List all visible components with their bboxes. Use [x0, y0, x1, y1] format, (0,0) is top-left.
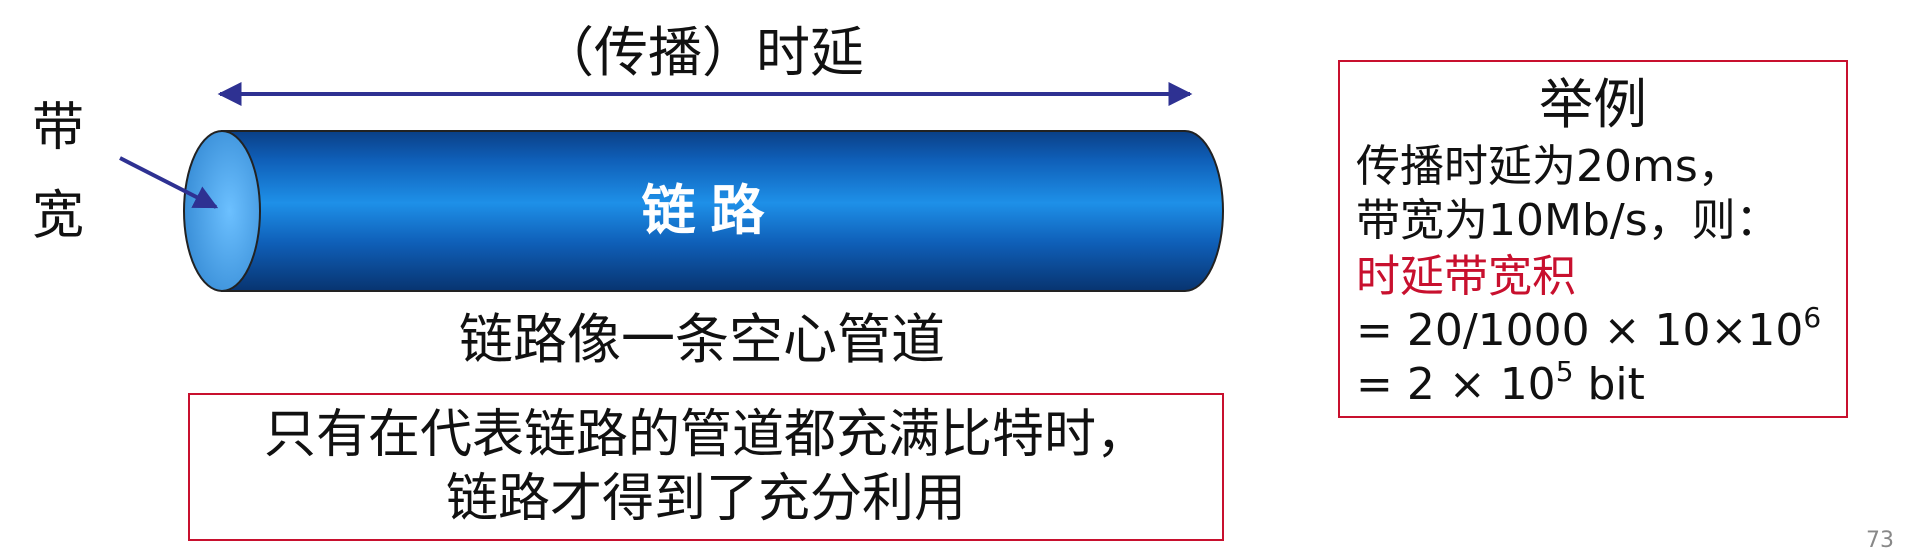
- example-box: 举例 传播时延为20ms， 带宽为10Mb/s，则： 时延带宽积 = 20/10…: [1338, 60, 1848, 418]
- pipe-caption: 链路像一条空心管道: [459, 308, 945, 371]
- formula-text: = 20/1000 × 10×10: [1356, 305, 1804, 356]
- page-number: 73: [1866, 528, 1894, 553]
- example-line-bandwidth: 带宽为10Mb/s，则：: [1356, 195, 1780, 246]
- result-unit: bit: [1573, 359, 1645, 410]
- example-line-product-label: 时延带宽积: [1356, 251, 1576, 302]
- bandwidth-label-line2: 宽: [31, 186, 84, 246]
- example-line-formula: = 20/1000 × 10×106: [1356, 304, 1821, 358]
- result-exponent: 5: [1555, 355, 1574, 388]
- pipe-open-end: [183, 130, 261, 292]
- formula-exponent: 6: [1803, 301, 1822, 334]
- note-line1: 只有在代表链路的管道都充满比特时，: [263, 405, 1148, 465]
- bandwidth-label-line1: 带: [31, 98, 84, 158]
- pipe-label: 链 路: [641, 181, 765, 241]
- example-line-delay: 传播时延为20ms，: [1356, 141, 1742, 192]
- delay-label: （传播）时延: [540, 21, 864, 84]
- result-text: = 2 × 10: [1356, 359, 1556, 410]
- note-line2: 链路才得到了充分利用: [445, 469, 966, 529]
- bandwidth-label: 带 宽: [28, 84, 88, 260]
- example-line-result: = 2 × 105 bit: [1356, 358, 1645, 412]
- example-title: 举例: [1539, 73, 1647, 136]
- utilization-note-box: 只有在代表链路的管道都充满比特时， 链路才得到了充分利用: [188, 393, 1224, 541]
